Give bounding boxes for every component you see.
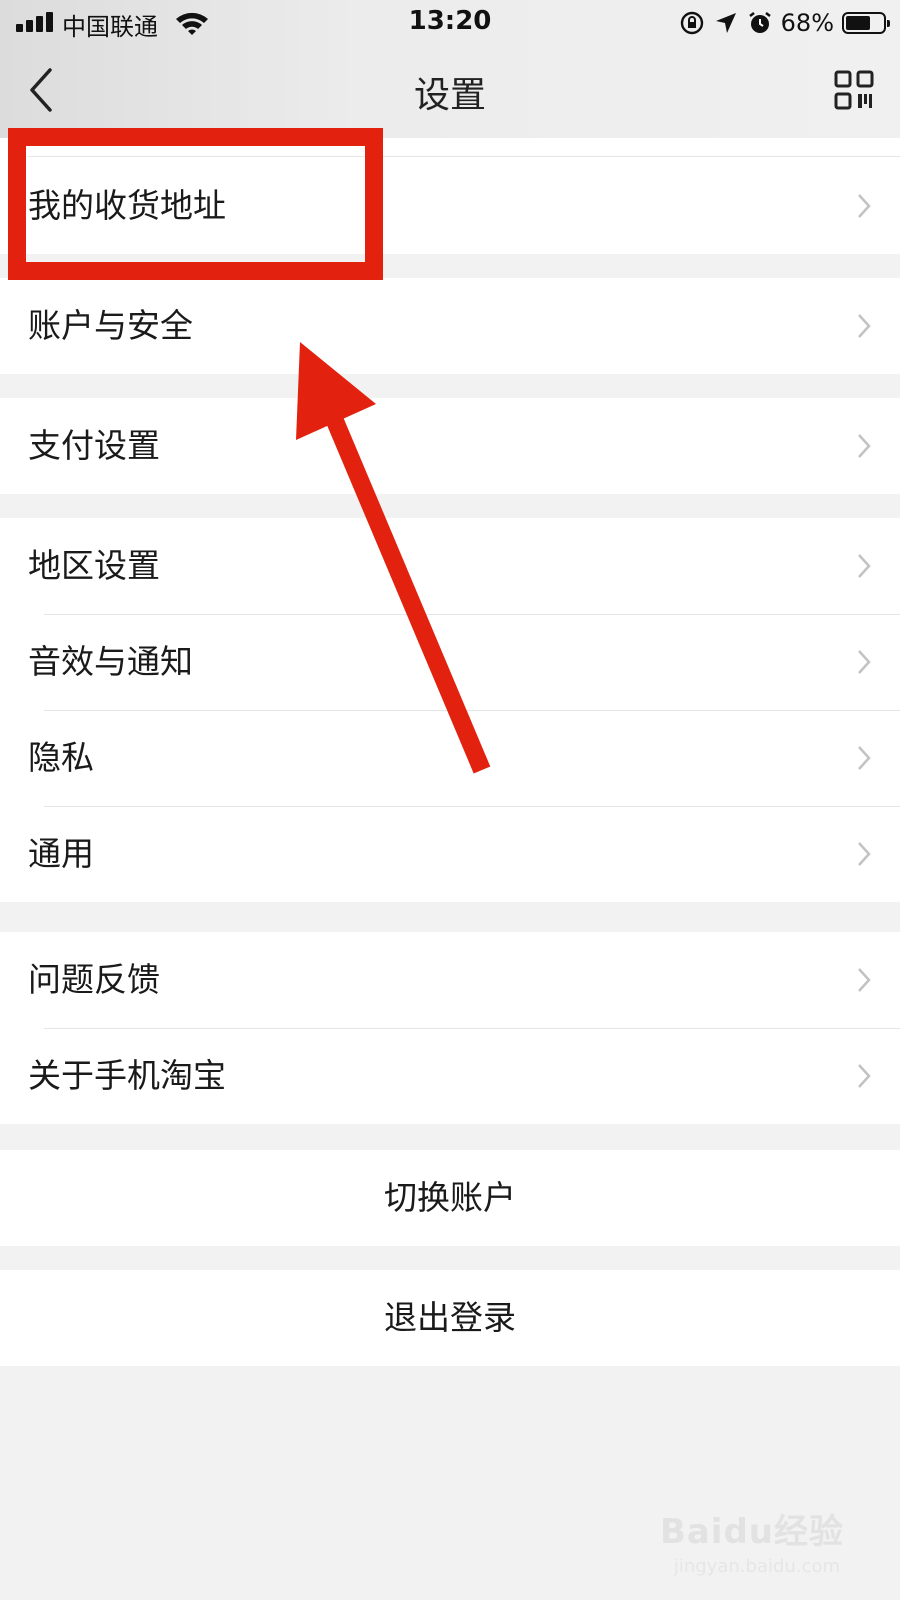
divider (44, 806, 900, 807)
settings-item-privacy[interactable]: 隐私 (0, 710, 900, 806)
settings-item-sound-notification[interactable]: 音效与通知 (0, 614, 900, 710)
chevron-right-icon (858, 968, 871, 992)
navigation-bar: 设置 (0, 46, 900, 138)
settings-item-label: 通用 (28, 834, 94, 873)
location-icon (715, 13, 736, 33)
settings-group-account: 账户与安全 (0, 278, 900, 374)
switch-account-label: 切换账户 (384, 1178, 516, 1217)
status-bar: 中国联通 13:20 68% (0, 0, 900, 46)
settings-group-payment: 支付设置 (0, 398, 900, 494)
orientation-lock-icon (680, 11, 703, 35)
settings-item-feedback[interactable]: 问题反馈 (0, 932, 900, 1028)
settings-item-label: 账户与安全 (28, 306, 193, 345)
settings-item-label: 地区设置 (28, 546, 160, 585)
settings-group-address: 我的收货地址 (0, 158, 900, 254)
settings-item-label: 隐私 (28, 738, 94, 777)
settings-item-about[interactable]: 关于手机淘宝 (0, 1028, 900, 1124)
settings-group-about: 问题反馈 关于手机淘宝 (0, 932, 900, 1124)
group-top-strip (0, 138, 900, 158)
settings-item-label: 支付设置 (28, 426, 160, 465)
settings-item-address[interactable]: 我的收货地址 (0, 158, 900, 254)
page-title: 设置 (413, 75, 486, 116)
qr-code-icon[interactable] (834, 70, 874, 110)
chevron-right-icon (858, 554, 871, 578)
divider (44, 710, 900, 711)
settings-item-label: 关于手机淘宝 (28, 1056, 226, 1095)
settings-item-general[interactable]: 通用 (0, 806, 900, 902)
settings-item-payment[interactable]: 支付设置 (0, 398, 900, 494)
chevron-right-icon (858, 746, 871, 770)
settings-item-label: 音效与通知 (28, 642, 193, 681)
switch-account-button[interactable]: 切换账户 (0, 1150, 900, 1246)
top-bar: 中国联通 13:20 68% 设置 (0, 0, 900, 138)
settings-item-region[interactable]: 地区设置 (0, 518, 900, 614)
settings-item-account-security[interactable]: 账户与安全 (0, 278, 900, 374)
watermark-url: jingyan.baidu.com (673, 1556, 840, 1577)
status-right: 68% (679, 6, 890, 40)
switch-account-group: 切换账户 (0, 1150, 900, 1246)
battery-percent: 68% (780, 9, 834, 37)
logout-label: 退出登录 (384, 1298, 516, 1337)
settings-item-label: 我的收货地址 (28, 186, 226, 225)
alarm-icon (748, 12, 771, 33)
chevron-right-icon (858, 1064, 871, 1088)
battery-fill (846, 16, 870, 30)
chevron-right-icon (858, 650, 871, 674)
logout-button[interactable]: 退出登录 (0, 1270, 900, 1366)
logout-group: 退出登录 (0, 1270, 900, 1366)
battery-icon (842, 12, 890, 34)
watermark-logo: Baidu经验 (659, 1512, 844, 1552)
chevron-right-icon (858, 434, 871, 458)
settings-group-general: 地区设置 音效与通知 隐私 通用 (0, 518, 900, 902)
chevron-right-icon (858, 842, 871, 866)
chevron-right-icon (858, 314, 871, 338)
settings-item-label: 问题反馈 (28, 960, 160, 999)
chevron-right-icon (858, 194, 871, 218)
